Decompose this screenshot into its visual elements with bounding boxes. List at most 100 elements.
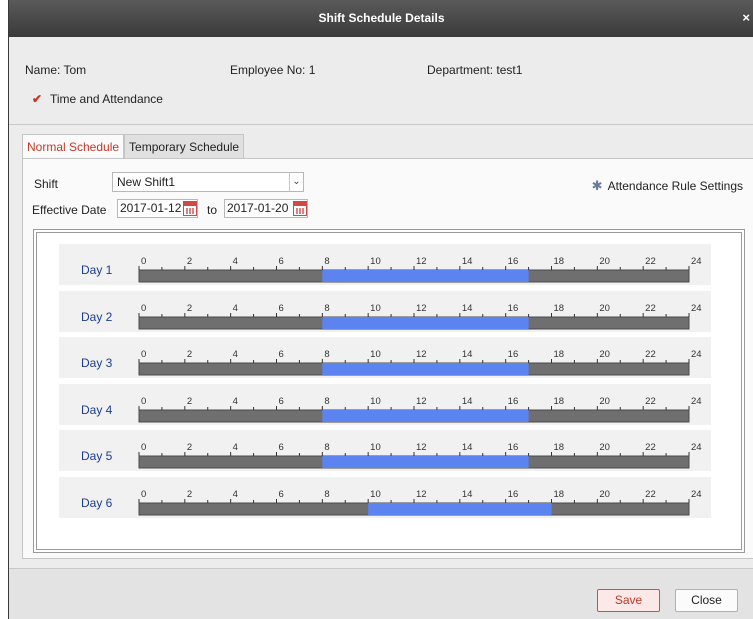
time-attendance-option[interactable]: ✔ Time and Attendance (32, 92, 163, 106)
hour-label: 0 (141, 442, 146, 453)
hour-label: 22 (645, 349, 656, 360)
day-timeline[interactable]: 0 2 4 6 8 10 12 14 16 18 20 22 24 (59, 430, 711, 471)
hour-label: 22 (645, 442, 656, 453)
hour-label: 12 (416, 489, 427, 500)
day-row: Day 3 0 2 4 6 8 10 12 14 16 18 20 22 24 (59, 337, 711, 378)
hour-label: 10 (370, 349, 381, 360)
hour-label: 18 (554, 256, 565, 267)
time-attendance-checkbox[interactable]: ✔ (32, 93, 44, 105)
hour-label: 6 (279, 489, 284, 500)
day-row: Day 1 0 2 4 6 8 10 12 14 16 18 20 22 24 (59, 244, 711, 285)
end-date-value: 2017-01-20 (227, 201, 289, 215)
day-timeline[interactable]: 0 2 4 6 8 10 12 14 16 18 20 22 24 (59, 291, 711, 332)
hour-label: 24 (691, 489, 702, 500)
hour-label: 4 (233, 442, 238, 453)
hour-label: 8 (324, 489, 329, 500)
hour-label: 6 (279, 256, 284, 267)
hour-label: 4 (233, 489, 238, 500)
dialog-title: Shift Schedule Details (318, 11, 445, 25)
hour-label: 16 (508, 442, 519, 453)
date-to-label: to (207, 203, 218, 217)
hour-label: 8 (324, 256, 329, 267)
hour-label: 2 (187, 303, 192, 314)
hour-label: 16 (508, 349, 519, 360)
hour-label: 10 (370, 256, 381, 267)
end-date-field[interactable]: 2017-01-20 (224, 199, 308, 218)
shift-select[interactable]: New Shift1 ⌄ (112, 172, 304, 192)
hour-label: 22 (645, 396, 656, 407)
hour-label: 0 (141, 489, 146, 500)
hour-label: 18 (554, 349, 565, 360)
hour-label: 10 (370, 396, 381, 407)
hour-label: 16 (508, 396, 519, 407)
hour-label: 24 (691, 442, 702, 453)
hour-label: 22 (645, 256, 656, 267)
tab-temporary-schedule[interactable]: Temporary Schedule (124, 134, 245, 159)
day-timeline[interactable]: 0 2 4 6 8 10 12 14 16 18 20 22 24 (59, 337, 711, 378)
effective-date-label: Effective Date (32, 203, 107, 217)
start-date-value: 2017-01-12 (120, 201, 182, 215)
timeline-active-period (322, 270, 529, 282)
tab-normal-schedule[interactable]: Normal Schedule (22, 134, 125, 159)
start-date-field[interactable]: 2017-01-12 (117, 199, 198, 218)
day-timeline[interactable]: 0 2 4 6 8 10 12 14 16 18 20 22 24 (59, 477, 711, 518)
attendance-rule-settings-link[interactable]: ✱ Attendance Rule Settings (592, 178, 743, 194)
hour-label: 6 (279, 303, 284, 314)
day-row: Day 2 0 2 4 6 8 10 12 14 16 18 20 22 24 (59, 290, 711, 332)
hour-label: 2 (187, 256, 192, 267)
shift-label: Shift (34, 177, 59, 191)
hour-label: 22 (645, 303, 656, 314)
hour-label: 12 (416, 256, 427, 267)
hour-label: 10 (370, 442, 381, 453)
day-timeline[interactable]: 0 2 4 6 8 10 12 14 16 18 20 22 24 (59, 244, 711, 285)
hour-label: 4 (233, 349, 238, 360)
close-button[interactable]: Close (675, 589, 738, 612)
dialog-footer: Save Close (9, 569, 753, 619)
hour-label: 8 (324, 396, 329, 407)
hour-label: 10 (370, 489, 381, 500)
hour-label: 0 (141, 349, 146, 360)
chevron-down-icon[interactable]: ⌄ (289, 173, 303, 191)
hour-label: 14 (462, 489, 473, 500)
hour-label: 20 (599, 256, 610, 267)
hour-label: 24 (691, 349, 702, 360)
hour-label: 14 (462, 349, 473, 360)
hour-label: 14 (462, 396, 473, 407)
time-attendance-label: Time and Attendance (50, 92, 163, 106)
hour-label: 18 (554, 442, 565, 453)
day-row: Day 6 0 2 4 6 8 10 12 14 16 18 20 22 24 (59, 476, 711, 518)
hour-label: 12 (416, 396, 427, 407)
hour-label: 6 (279, 396, 284, 407)
day-timeline[interactable]: 0 2 4 6 8 10 12 14 16 18 20 22 24 (59, 384, 711, 425)
day-row: Day 5 0 2 4 6 8 10 12 14 16 18 20 22 24 (59, 430, 711, 471)
hour-label: 8 (324, 303, 329, 314)
hour-label: 14 (462, 442, 473, 453)
day-row: Day 4 0 2 4 6 8 10 12 14 16 18 20 22 24 (59, 383, 711, 425)
employee-number: Employee No: 1 (230, 63, 316, 77)
hour-label: 2 (187, 349, 192, 360)
calendar-icon[interactable] (293, 201, 307, 216)
calendar-icon[interactable] (183, 201, 197, 216)
hour-label: 24 (691, 303, 702, 314)
hour-label: 6 (279, 349, 284, 360)
shift-select-value: New Shift1 (117, 175, 176, 189)
hour-label: 20 (599, 349, 610, 360)
hour-label: 2 (187, 442, 192, 453)
hour-label: 14 (462, 303, 473, 314)
hour-label: 4 (233, 256, 238, 267)
save-button[interactable]: Save (597, 589, 660, 612)
timeline-active-period (322, 363, 529, 375)
hour-label: 12 (416, 349, 427, 360)
employee-name: Name: Tom (25, 63, 87, 77)
shift-schedule-dialog: Shift Schedule Details × Name: Tom Emplo… (8, 0, 753, 619)
hour-label: 18 (554, 489, 565, 500)
hour-label: 20 (599, 489, 610, 500)
close-icon[interactable]: × (742, 0, 750, 35)
hour-label: 16 (508, 256, 519, 267)
timeline-active-period (322, 409, 529, 422)
hour-label: 12 (416, 303, 427, 314)
timeline-active-period (368, 502, 552, 515)
hour-label: 10 (370, 303, 381, 314)
dialog-title-bar: Shift Schedule Details × (9, 0, 753, 37)
hour-label: 2 (187, 489, 192, 500)
